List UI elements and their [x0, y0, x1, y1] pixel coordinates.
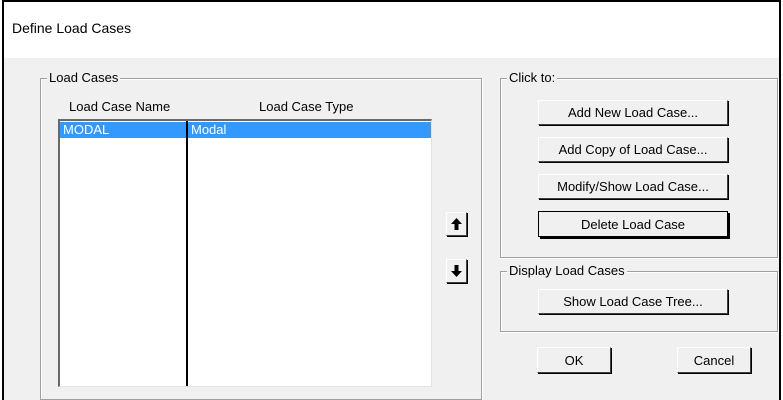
add-new-load-case-button[interactable]: Add New Load Case... [538, 100, 728, 125]
move-up-button[interactable] [446, 212, 467, 236]
row-load-case-type: Modal [191, 122, 227, 137]
title-bar: Define Load Cases [4, 2, 779, 58]
arrow-down-icon [451, 265, 462, 277]
modify-show-load-case-button[interactable]: Modify/Show Load Case... [538, 174, 728, 199]
dialog-client: Load Cases Load Case Name Load Case Type… [4, 58, 779, 400]
display-load-cases-group: Display Load Cases Show Load Case Tree..… [500, 263, 778, 332]
click-to-group: Click to: Add New Load Case... Add Copy … [500, 70, 778, 258]
display-load-cases-group-label: Display Load Cases [507, 263, 627, 279]
arrow-up-icon [451, 218, 462, 230]
column-header-load-case-name: Load Case Name [69, 99, 171, 114]
move-down-button[interactable] [446, 259, 467, 283]
show-load-case-tree-button[interactable]: Show Load Case Tree... [538, 289, 728, 314]
dialog-title: Define Load Cases [12, 20, 132, 36]
column-header-load-case-type: Load Case Type [259, 99, 354, 114]
ok-button[interactable]: OK [537, 347, 611, 373]
cancel-button[interactable]: Cancel [677, 347, 751, 373]
add-copy-load-case-button[interactable]: Add Copy of Load Case... [538, 137, 728, 162]
click-to-group-label: Click to: [507, 70, 558, 86]
load-cases-group: Load Cases Load Case Name Load Case Type… [40, 70, 482, 400]
delete-load-case-button[interactable]: Delete Load Case [538, 211, 728, 237]
define-load-cases-dialog: Define Load Cases Load Cases Load Case N… [2, 0, 781, 400]
table-row[interactable]: MODAL Modal [60, 122, 431, 138]
load-cases-group-label: Load Cases [47, 70, 121, 86]
column-divider [186, 121, 188, 386]
row-load-case-name: MODAL [63, 122, 110, 137]
load-cases-list[interactable]: MODAL Modal [58, 119, 432, 387]
